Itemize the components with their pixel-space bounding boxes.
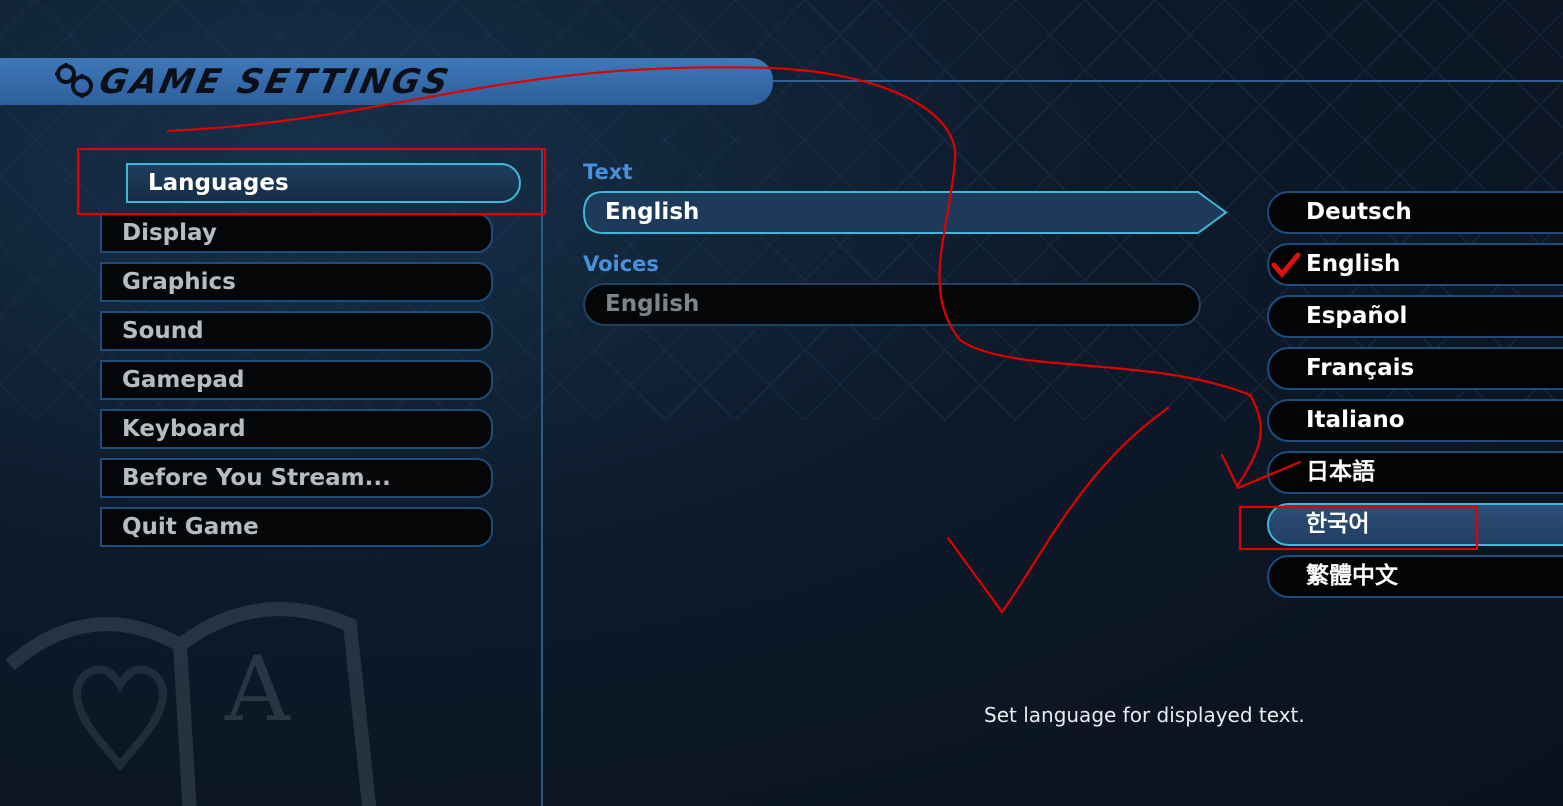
book-icon: A [5, 602, 377, 806]
vertical-divider [541, 148, 543, 806]
annotation-checkmark [946, 406, 1170, 614]
text-language-label: Text [583, 160, 633, 184]
language-option-korean[interactable]: 한국어 [1267, 503, 1563, 546]
page-title: GAME SETTINGS [95, 62, 455, 102]
menu-item-quit-game[interactable]: Quit Game [100, 507, 493, 547]
checkmark-icon [1271, 252, 1301, 278]
menu-item-gamepad[interactable]: Gamepad [100, 360, 493, 400]
menu-item-graphics[interactable]: Graphics [100, 262, 493, 302]
menu-item-sound[interactable]: Sound [100, 311, 493, 351]
gear-icon [55, 63, 93, 98]
language-option-japanese[interactable]: 日本語 [1267, 451, 1563, 494]
voices-language-field[interactable]: English [583, 283, 1201, 326]
language-option-francais[interactable]: Français [1267, 347, 1563, 390]
language-option-deutsch[interactable]: Deutsch [1267, 191, 1563, 234]
text-language-value: English [605, 199, 700, 225]
header-divider-line [773, 80, 1563, 82]
menu-item-display[interactable]: Display [100, 213, 493, 253]
menu-item-before-you-stream[interactable]: Before You Stream... [100, 458, 493, 498]
voices-language-label: Voices [583, 252, 659, 276]
language-option-italiano[interactable]: Italiano [1267, 399, 1563, 442]
hint-text: Set language for displayed text. [984, 703, 1305, 727]
language-option-espanol[interactable]: Español [1267, 295, 1563, 338]
language-option-english[interactable]: English [1267, 243, 1563, 286]
svg-text:A: A [224, 637, 291, 742]
text-language-field[interactable]: English [583, 191, 1228, 234]
language-option-traditional-chinese[interactable]: 繁體中文 [1267, 555, 1563, 598]
menu-item-languages[interactable]: Languages [126, 163, 521, 203]
menu-item-keyboard[interactable]: Keyboard [100, 409, 493, 449]
